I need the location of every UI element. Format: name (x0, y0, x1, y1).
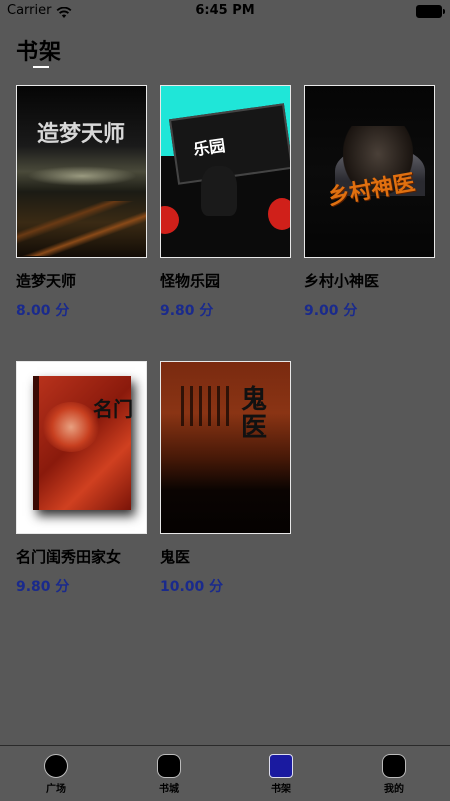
book-title: 名门闺秀田家女 (16, 548, 122, 566)
title-underline (33, 66, 49, 68)
battery-icon (416, 5, 445, 18)
plaza-icon (44, 754, 68, 778)
book-item[interactable]: 乡村神医 乡村小神医 9.00 分 (304, 85, 435, 320)
book-cover[interactable]: 乐园 (160, 85, 291, 258)
book-title: 怪物乐园 (160, 272, 221, 290)
bookstore-icon (157, 754, 181, 778)
book-score: 9.00 分 (304, 303, 358, 319)
profile-icon (382, 754, 406, 778)
tab-label: 书架 (271, 784, 291, 795)
page-title: 书架 (16, 40, 63, 65)
tab-plaza[interactable]: 广场 (26, 754, 86, 795)
book-title: 鬼医 (160, 548, 191, 566)
tab-label: 广场 (46, 784, 66, 795)
book-item[interactable]: 乐园 怪物乐园 9.80 分 (160, 85, 291, 320)
book-cover[interactable]: 乡村神医 (304, 85, 435, 258)
tab-label: 书城 (159, 784, 179, 795)
book-cover[interactable]: 鬼医 (160, 361, 291, 534)
bookshelf-icon (269, 754, 293, 778)
book-score: 10.00 分 (160, 579, 224, 595)
book-title: 乡村小神医 (304, 272, 380, 290)
clock: 6:45 PM (195, 3, 255, 18)
book-item[interactable]: 造梦天师 造梦天师 8.00 分 (16, 85, 147, 320)
cover-text: 名门 (93, 397, 133, 421)
book-score: 8.00 分 (16, 303, 70, 319)
book-score: 9.80 分 (160, 303, 214, 319)
book-item[interactable]: 名门 名门闺秀田家女 9.80 分 (16, 361, 147, 596)
tab-bookshelf[interactable]: 书架 (251, 754, 311, 795)
tab-bookstore[interactable]: 书城 (139, 754, 199, 795)
book-cover[interactable]: 造梦天师 (16, 85, 147, 258)
book-item[interactable]: 鬼医 鬼医 10.00 分 (160, 361, 291, 596)
book-cover[interactable]: 名门 (16, 361, 147, 534)
cover-text: 鬼医 (241, 385, 268, 443)
tab-bar: 广场 书城 书架 我的 (0, 745, 450, 801)
cover-text: 乐园 (192, 135, 227, 160)
status-bar: Carrier 6:45 PM (0, 0, 450, 24)
book-title: 造梦天师 (16, 272, 77, 290)
tab-label: 我的 (384, 784, 404, 795)
cover-text: 造梦天师 (37, 121, 126, 147)
tab-profile[interactable]: 我的 (364, 754, 424, 795)
book-score: 9.80 分 (16, 579, 70, 595)
